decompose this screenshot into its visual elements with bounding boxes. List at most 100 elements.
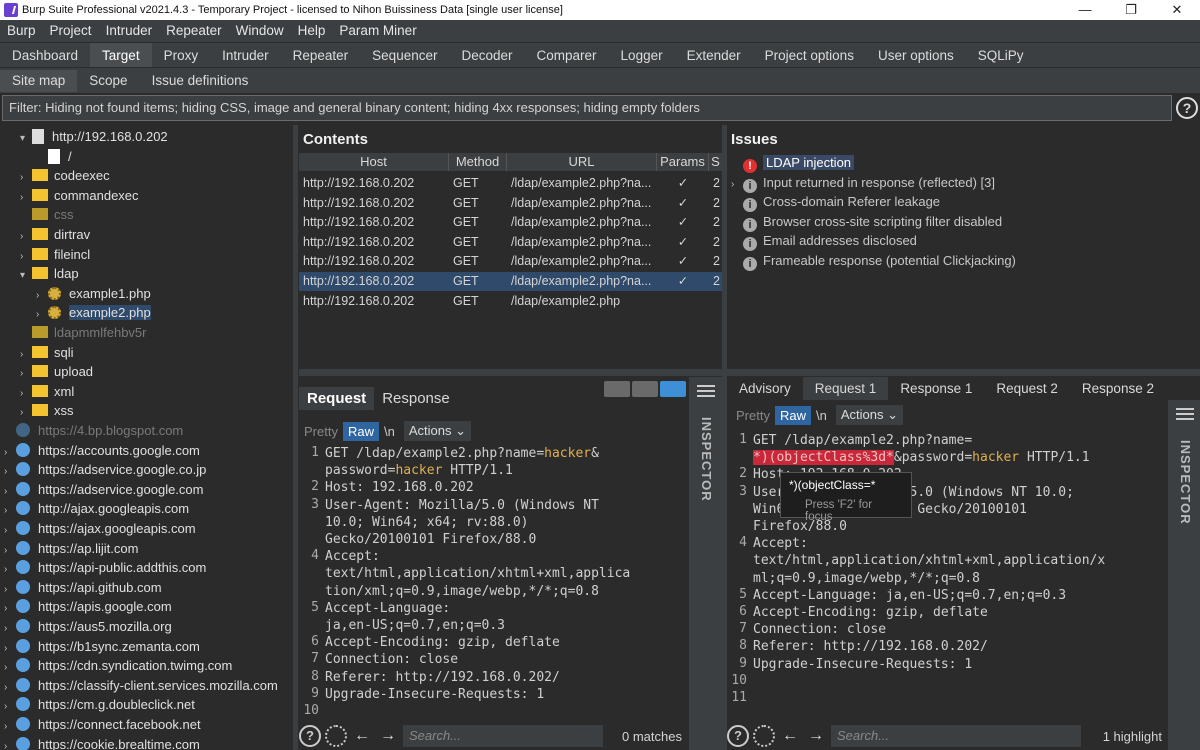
- tab-scope[interactable]: Scope: [77, 70, 139, 92]
- expand-arrow-icon[interactable]: ›: [4, 639, 16, 658]
- table-row[interactable]: http://192.168.0.202 GET/ldap/example2.ph…: [299, 213, 722, 232]
- expand-arrow-icon[interactable]: ›: [20, 364, 32, 383]
- pretty-button[interactable]: Pretty: [731, 406, 775, 425]
- tree-node[interactable]: › http://ajax.googleapis.com: [4, 499, 189, 518]
- close-button[interactable]: ✕: [1154, 0, 1200, 20]
- minimize-button[interactable]: —: [1062, 0, 1108, 20]
- tree-node[interactable]: ▾ http://192.168.0.202: [20, 127, 168, 146]
- expand-arrow-icon[interactable]: ›: [20, 345, 32, 364]
- expand-arrow-icon[interactable]: ›: [20, 384, 32, 403]
- tab-user-options[interactable]: User options: [866, 43, 966, 67]
- col-host[interactable]: Host: [299, 153, 449, 171]
- tab-sqlipy[interactable]: SQLiPy: [966, 43, 1036, 67]
- tree-node[interactable]: › https://connect.facebook.net: [4, 715, 201, 734]
- horizontal-splitter[interactable]: [299, 369, 1200, 376]
- tree-node[interactable]: › example1.php: [36, 284, 151, 303]
- newline-toggle[interactable]: \n: [379, 422, 400, 441]
- tree-node[interactable]: › https://cdn.syndication.twimg.com: [4, 656, 232, 675]
- expand-arrow-icon[interactable]: ›: [20, 168, 32, 187]
- stacked-view-icon[interactable]: [632, 381, 658, 397]
- table-row[interactable]: http://192.168.0.202 GET/ldap/example2.ph…: [299, 292, 722, 311]
- tree-node[interactable]: › codeexec: [20, 166, 110, 185]
- tab-comparer[interactable]: Comparer: [525, 43, 609, 67]
- tree-node[interactable]: › https://aus5.mozilla.org: [4, 617, 172, 636]
- tree-node[interactable]: css: [20, 205, 74, 224]
- col-url[interactable]: URL: [507, 153, 657, 171]
- tab-repeater[interactable]: Repeater: [281, 43, 361, 67]
- tree-node[interactable]: › https://ap.lijit.com: [4, 539, 138, 558]
- col-status[interactable]: S: [709, 153, 722, 171]
- table-row[interactable]: http://192.168.0.202 GET/ldap/example2.ph…: [299, 194, 722, 213]
- expand-arrow-icon[interactable]: ›: [36, 305, 48, 324]
- tree-node[interactable]: › https://accounts.google.com: [4, 441, 200, 460]
- next-arrow-icon[interactable]: →: [377, 727, 399, 745]
- tree-node[interactable]: › https://cookie.brealtime.com: [4, 735, 200, 750]
- pretty-button[interactable]: Pretty: [299, 422, 343, 441]
- help-icon[interactable]: ?: [1176, 97, 1198, 119]
- tree-node[interactable]: › https://ajax.googleapis.com: [4, 519, 196, 538]
- menu-repeater[interactable]: Repeater: [159, 20, 229, 42]
- tab-proxy[interactable]: Proxy: [152, 43, 211, 67]
- table-row[interactable]: http://192.168.0.202 GET/ldap/example2.ph…: [299, 174, 722, 193]
- expand-arrow-icon[interactable]: ›: [4, 599, 16, 618]
- tree-node[interactable]: › dirtrav: [20, 225, 90, 244]
- tree-node[interactable]: › sqli: [20, 343, 74, 362]
- expand-arrow-icon[interactable]: ›: [4, 678, 16, 697]
- table-row[interactable]: http://192.168.0.202 GET/ldap/example2.ph…: [299, 272, 722, 291]
- expand-arrow-icon[interactable]: ▾: [20, 129, 32, 148]
- split-view-icon[interactable]: [604, 381, 630, 397]
- tab-decoder[interactable]: Decoder: [449, 43, 524, 67]
- single-view-icon[interactable]: [660, 381, 686, 397]
- issue-item[interactable]: i Browser cross-site scripting filter dis…: [727, 212, 1002, 232]
- expand-arrow-icon[interactable]: ›: [4, 462, 16, 481]
- expand-arrow-icon[interactable]: ›: [4, 560, 16, 579]
- inspector-menu-icon[interactable]: [697, 385, 715, 397]
- expand-arrow-icon[interactable]: ›: [4, 501, 16, 520]
- expand-arrow-icon[interactable]: ›: [4, 717, 16, 736]
- tree-node[interactable]: ▾ ldap: [20, 264, 79, 283]
- menu-help[interactable]: Help: [291, 20, 333, 42]
- expand-arrow-icon[interactable]: ›: [4, 580, 16, 599]
- tree-node[interactable]: › xml: [20, 382, 74, 401]
- restore-button[interactable]: ❐: [1108, 0, 1154, 20]
- expand-arrow-icon[interactable]: ›: [20, 188, 32, 207]
- tab-dashboard[interactable]: Dashboard: [0, 43, 90, 67]
- tab-target[interactable]: Target: [90, 43, 152, 67]
- expand-arrow-icon[interactable]: ›: [4, 521, 16, 540]
- request-search-input[interactable]: Search...: [403, 725, 603, 747]
- issue-search-input[interactable]: Search...: [831, 725, 1081, 747]
- expand-arrow-icon[interactable]: ▾: [20, 266, 32, 285]
- previous-arrow-icon[interactable]: ←: [351, 727, 373, 745]
- expand-arrow-icon[interactable]: ›: [20, 247, 32, 266]
- tab-intruder[interactable]: Intruder: [210, 43, 281, 67]
- tab-request-1[interactable]: Request 1: [802, 377, 889, 400]
- table-row[interactable]: http://192.168.0.202 GET/ldap/example2.ph…: [299, 252, 722, 271]
- issue-item[interactable]: i Cross-domain Referer leakage: [727, 192, 940, 213]
- expand-arrow-icon[interactable]: ›: [731, 175, 743, 194]
- issue-item[interactable]: i Frameable response (potential Clickjack…: [727, 251, 1016, 271]
- tree-splitter[interactable]: [293, 125, 298, 750]
- request-editor[interactable]: 1 2 3 4 5 6 7 8 9 10 GET /ldap/example2.php?name=h…: [299, 445, 688, 720]
- raw-button[interactable]: Raw: [774, 405, 811, 425]
- previous-arrow-icon[interactable]: ←: [779, 727, 801, 745]
- help-circle-icon[interactable]: ?: [299, 725, 321, 747]
- tree-node[interactable]: › https://adservice.google.com: [4, 480, 203, 499]
- expand-arrow-icon[interactable]: ›: [36, 286, 48, 305]
- menu-intruder[interactable]: Intruder: [99, 20, 160, 42]
- expand-arrow-icon[interactable]: ›: [4, 541, 16, 560]
- inspector-menu-icon[interactable]: [1176, 408, 1194, 420]
- table-row[interactable]: http://192.168.0.202 GET/ldap/example2.ph…: [299, 233, 722, 252]
- gear-icon[interactable]: [325, 725, 347, 747]
- newline-toggle[interactable]: \n: [811, 406, 832, 425]
- issue-item[interactable]: i Email addresses disclosed: [727, 231, 917, 252]
- actions-dropdown[interactable]: Actions ⌄: [835, 405, 903, 425]
- tree-node[interactable]: › upload: [20, 362, 93, 381]
- tab-request-2[interactable]: Request 2: [984, 377, 1070, 400]
- expand-arrow-icon[interactable]: ›: [20, 403, 32, 422]
- issue-inspector[interactable]: INSPECTOR: [1168, 400, 1200, 750]
- expand-arrow-icon[interactable]: ›: [4, 619, 16, 638]
- tab-response[interactable]: Response: [374, 387, 458, 410]
- gear-icon[interactable]: [753, 725, 775, 747]
- issue-item[interactable]: ! LDAP injection: [727, 153, 855, 173]
- site-map-filter[interactable]: Filter: Hiding not found items; hiding C…: [2, 95, 1172, 121]
